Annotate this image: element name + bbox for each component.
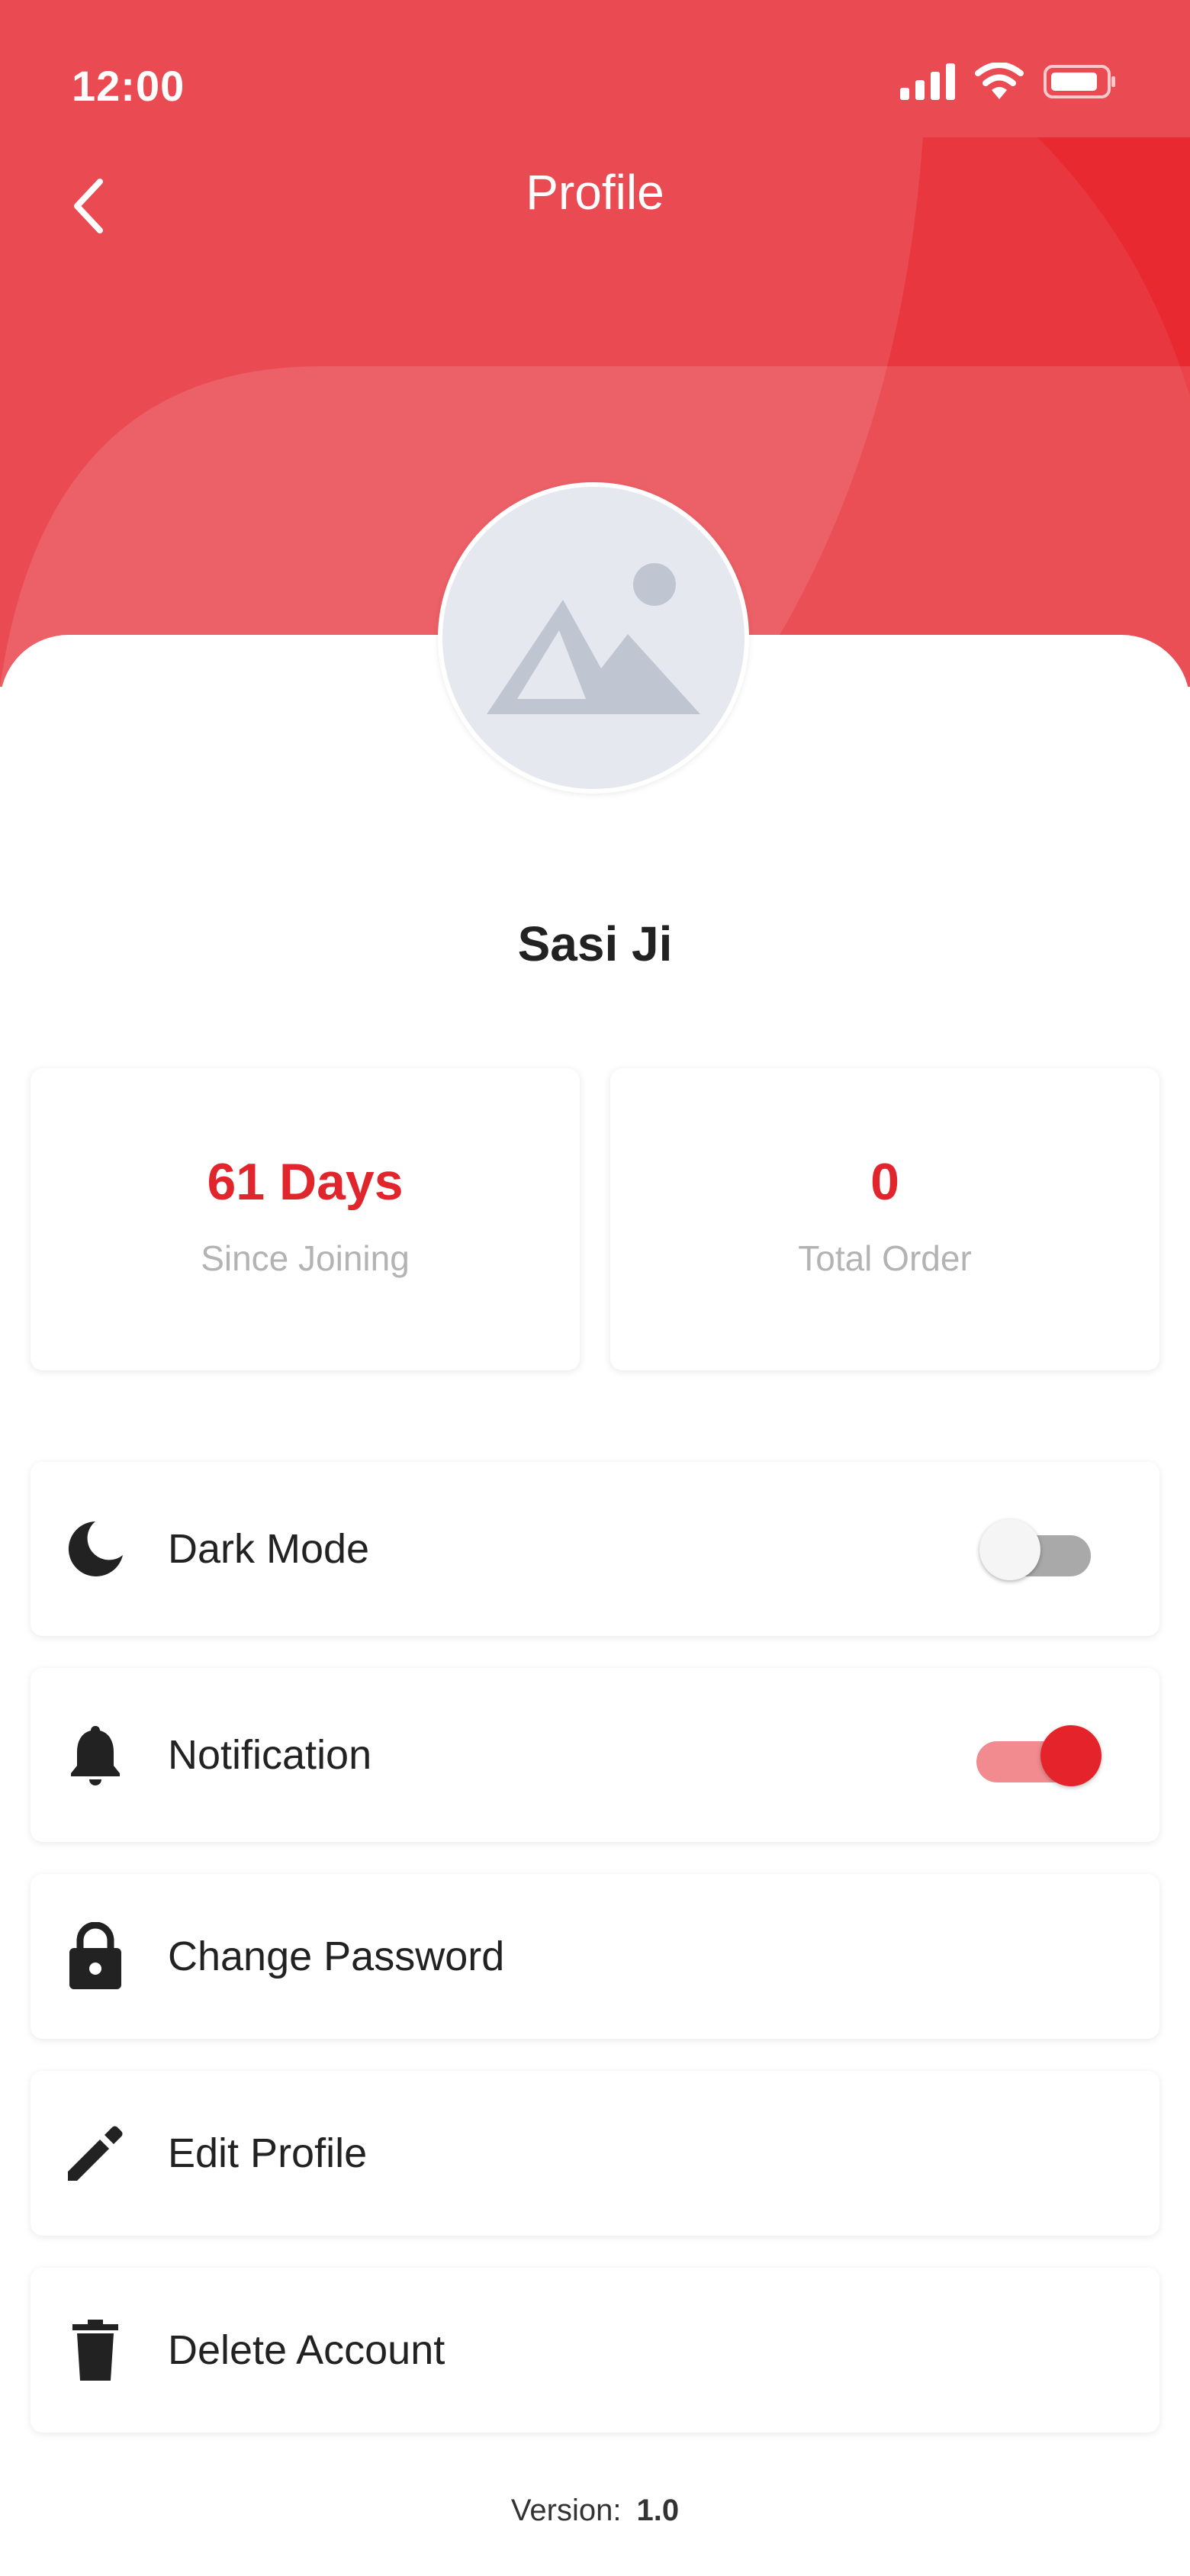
settings-row-label: Change Password <box>168 1934 505 1979</box>
toggle-knob <box>979 1519 1040 1580</box>
settings-row-notification[interactable]: Notification <box>31 1668 1159 1842</box>
signal-icon <box>900 63 955 100</box>
image-placeholder-icon <box>487 563 700 714</box>
settings-row-dark-mode[interactable]: Dark Mode <box>31 1462 1159 1636</box>
toggle-knob <box>1040 1725 1102 1786</box>
wifi-icon <box>975 63 1024 99</box>
settings-row-change-password[interactable]: Change Password <box>31 1874 1159 2039</box>
settings-row-label: Dark Mode <box>168 1526 370 1572</box>
notification-toggle[interactable] <box>976 1721 1102 1789</box>
settings-row-edit-profile[interactable]: Edit Profile <box>31 2071 1159 2236</box>
settings-row-delete-account[interactable]: Delete Account <box>31 2268 1159 2433</box>
trash-icon <box>61 2316 130 2384</box>
stat-card-orders: 0 Total Order <box>610 1068 1159 1370</box>
pencil-icon <box>61 2119 130 2188</box>
settings-row-label: Notification <box>168 1732 372 1778</box>
app-version: Version: 1.0 <box>0 2494 1190 2528</box>
stat-label: Total Order <box>798 1238 972 1278</box>
stat-label: Since Joining <box>201 1238 410 1278</box>
settings-row-label: Delete Account <box>168 2327 445 2373</box>
settings-row-label: Edit Profile <box>168 2130 368 2176</box>
user-name: Sasi Ji <box>517 916 673 971</box>
stat-value: 61 Days <box>207 1153 404 1211</box>
stat-card-days: 61 Days Since Joining <box>31 1068 580 1370</box>
avatar[interactable] <box>438 482 749 794</box>
version-label: Version: <box>510 2494 622 2527</box>
stat-value: 0 <box>870 1153 899 1211</box>
status-icons <box>900 63 1117 101</box>
page-title: Profile <box>526 165 664 220</box>
dark-mode-toggle[interactable] <box>979 1515 1098 1583</box>
bell-icon <box>61 1721 130 1789</box>
status-time: 12:00 <box>72 62 185 110</box>
lock-icon <box>61 1922 130 1991</box>
battery-icon <box>1044 65 1115 98</box>
version-value: 1.0 <box>636 2494 680 2527</box>
moon-icon <box>61 1515 130 1583</box>
